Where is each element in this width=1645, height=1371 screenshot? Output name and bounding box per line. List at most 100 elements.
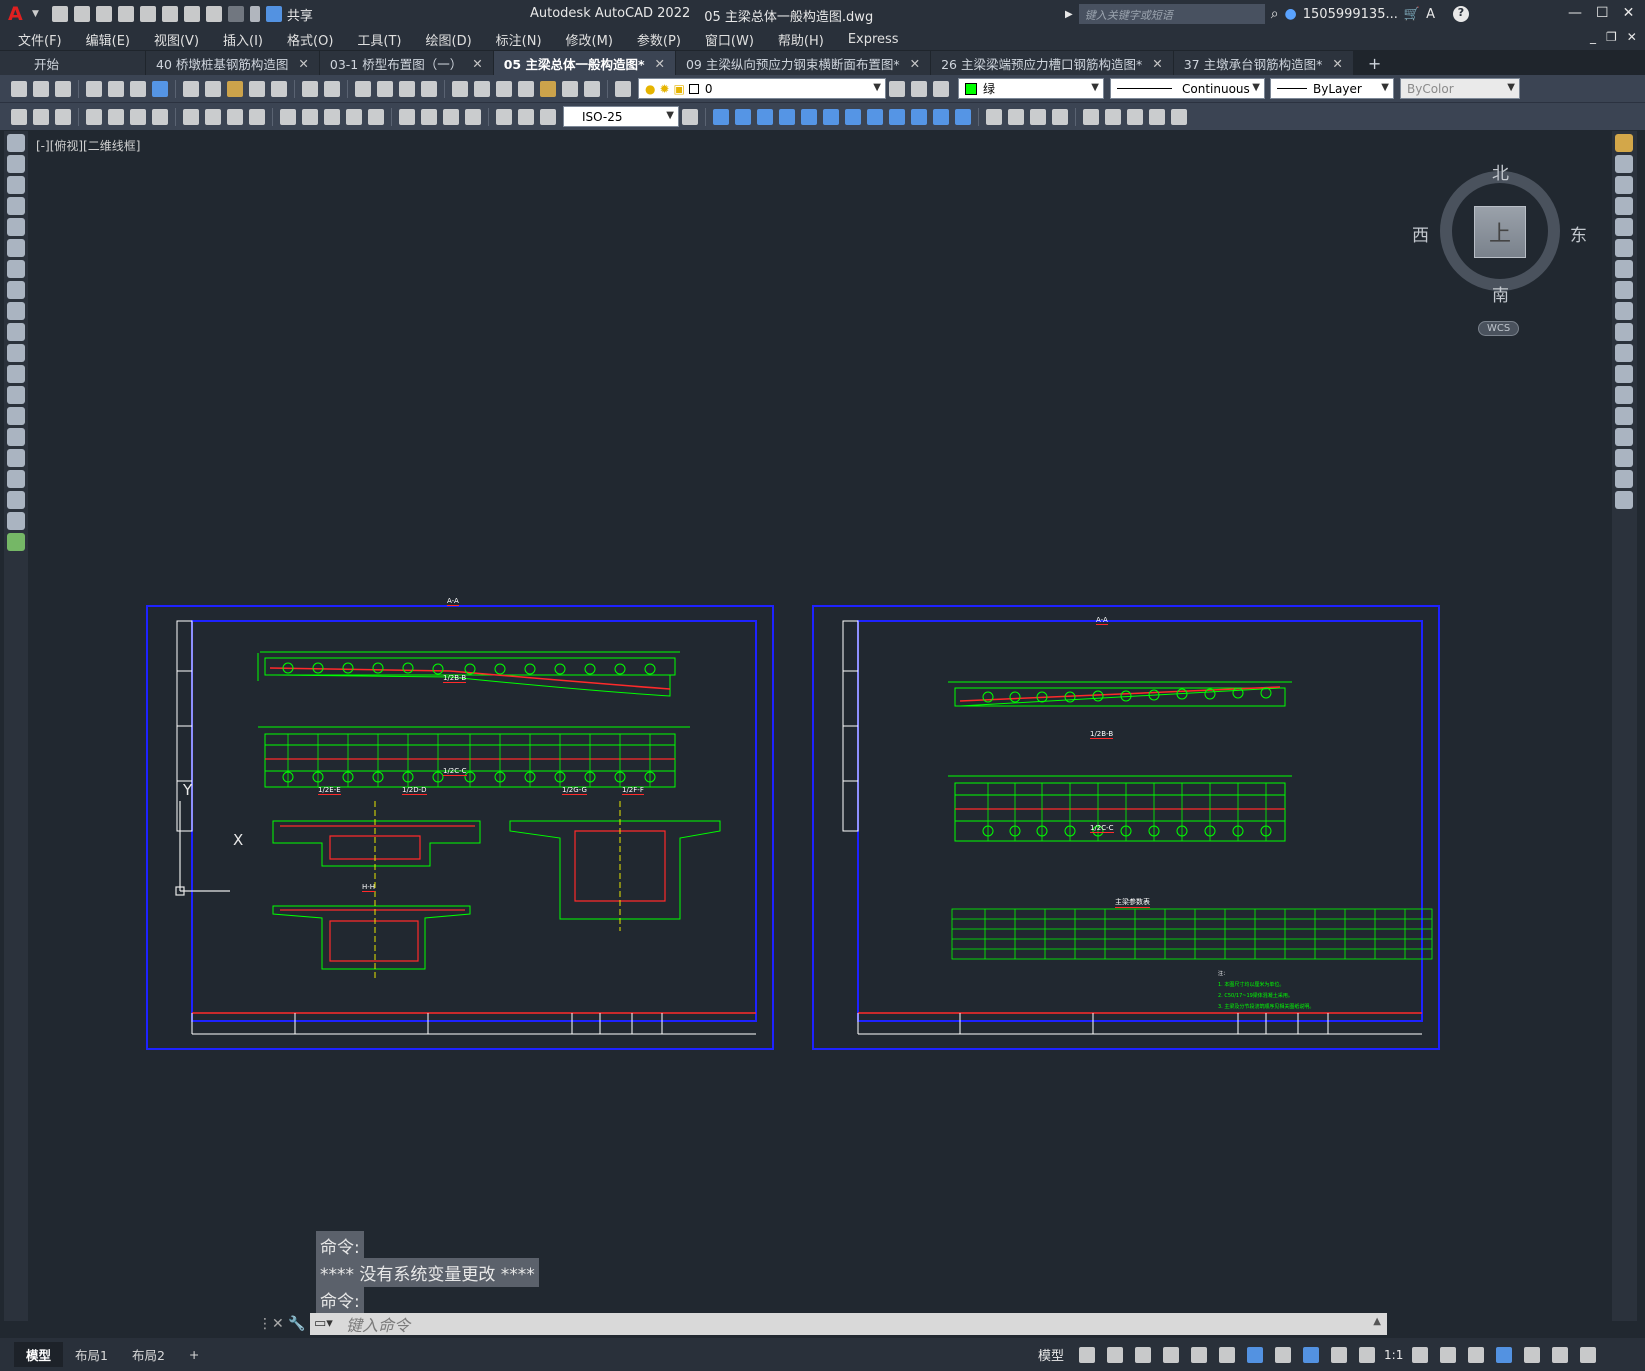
blend-curves-icon[interactable]	[1615, 470, 1633, 488]
doc-close-icon[interactable]: ✕	[1627, 30, 1637, 44]
color-select[interactable]: 绿 ▼	[958, 78, 1104, 99]
arc-length-icon[interactable]	[130, 108, 146, 125]
compass-west[interactable]: 西	[1412, 221, 1429, 246]
erase-icon[interactable]	[1615, 134, 1633, 152]
customize-quick-access-icon[interactable]	[249, 6, 260, 22]
snap-icon[interactable]	[1107, 1346, 1124, 1363]
doc-minimize-icon[interactable]: _	[1590, 30, 1596, 44]
scale-icon[interactable]	[1615, 281, 1633, 299]
menu-window[interactable]: 窗口(W)	[693, 30, 766, 49]
cut-icon[interactable]	[183, 80, 199, 97]
command-input[interactable]: 键入命令 ▭▾ ▲	[310, 1313, 1387, 1335]
model-space-button[interactable]: 模型	[1038, 1345, 1064, 1364]
redo-icon[interactable]	[227, 6, 244, 22]
auto-scale-icon[interactable]	[1331, 1346, 1348, 1363]
tab-close-icon[interactable]: ✕	[1152, 56, 1162, 71]
scale-icon[interactable]	[867, 108, 883, 125]
design-center-icon[interactable]	[474, 80, 490, 97]
break-at-point-icon[interactable]	[1615, 365, 1633, 383]
close-icon[interactable]: ✕	[1623, 5, 1635, 21]
tab-file[interactable]: 09 主梁纵向预应力钢束横断面布置图* ✕	[675, 51, 931, 75]
dimension-edit-icon[interactable]	[496, 108, 512, 125]
fillet-icon[interactable]	[1615, 449, 1633, 467]
share-label[interactable]: 共享	[287, 5, 313, 24]
block-editor-icon[interactable]	[271, 80, 287, 97]
inspection-icon[interactable]	[443, 108, 459, 125]
polygon-icon[interactable]	[7, 197, 25, 215]
drawing-canvas[interactable]: [-][俯视][二维线框] 上 北 南 西 东 WCS A-A 1/2B-B 1…	[30, 131, 1610, 1331]
save-icon[interactable]	[55, 80, 71, 97]
chamfer-icon[interactable]	[1008, 108, 1024, 125]
circle-icon[interactable]	[7, 260, 25, 278]
fillet-icon[interactable]	[986, 108, 1002, 125]
trim-icon[interactable]	[911, 108, 927, 125]
viewcube-top-face[interactable]: 上	[1474, 206, 1526, 258]
copy-icon[interactable]	[1615, 155, 1633, 173]
compass-north[interactable]: 北	[1492, 159, 1509, 184]
make-current-layer-icon[interactable]	[889, 80, 905, 97]
menu-parametric[interactable]: 参数(P)	[625, 30, 693, 49]
polar-icon[interactable]	[1163, 1346, 1180, 1363]
point-icon[interactable]	[7, 407, 25, 425]
linear-dimension-icon[interactable]	[86, 108, 102, 125]
save-as-icon[interactable]	[117, 6, 134, 22]
offset-icon[interactable]	[1615, 197, 1633, 215]
tool-palettes-icon[interactable]	[496, 80, 512, 97]
tool-icon[interactable]	[55, 108, 71, 125]
insert-block-icon[interactable]	[7, 365, 25, 383]
multiline-text-icon[interactable]	[7, 512, 25, 530]
tab-close-icon[interactable]: ✕	[1332, 56, 1342, 71]
open-icon[interactable]	[33, 80, 49, 97]
layer-select[interactable]: ● ✹ ▣ 0 ▼	[638, 78, 886, 99]
undo-icon[interactable]	[205, 6, 222, 22]
hatch-back-icon[interactable]	[1171, 108, 1187, 125]
tab-close-icon[interactable]: ✕	[298, 56, 308, 71]
text-above-icon[interactable]	[1149, 108, 1165, 125]
doc-restore-icon[interactable]: ❐	[1606, 30, 1617, 44]
tab-file[interactable]: 03-1 桥型布置图（一） ✕	[319, 51, 493, 75]
redo-icon[interactable]	[324, 80, 340, 97]
jogged-dimension-icon[interactable]	[205, 108, 221, 125]
stretch-icon[interactable]	[889, 108, 905, 125]
table-icon[interactable]	[7, 491, 25, 509]
command-line-grip[interactable]: ⋮✕	[258, 1316, 284, 1332]
tab-start[interactable]: 开始	[0, 51, 145, 75]
save-to-web-icon[interactable]	[161, 6, 178, 22]
help-icon[interactable]: ?	[1452, 6, 1469, 22]
zoom-previous-icon[interactable]	[421, 80, 437, 97]
markup-icon[interactable]	[540, 80, 556, 97]
search-expand-chevron-icon[interactable]: ▶	[1065, 9, 1073, 20]
center-mark-icon[interactable]	[421, 108, 437, 125]
plot-preview-icon[interactable]	[108, 80, 124, 97]
quick-dimension-icon[interactable]	[280, 108, 296, 125]
menu-draw[interactable]: 绘图(D)	[414, 30, 484, 49]
array-icon[interactable]	[1615, 218, 1633, 236]
compass-east[interactable]: 东	[1570, 221, 1587, 246]
erase-icon[interactable]	[713, 108, 729, 125]
save-icon[interactable]	[95, 6, 112, 22]
construction-line-icon[interactable]	[7, 155, 25, 173]
send-to-back-icon[interactable]	[1127, 108, 1143, 125]
menu-insert[interactable]: 插入(I)	[211, 30, 275, 49]
tab-layout2[interactable]: 布局2	[120, 1342, 177, 1367]
publish-icon[interactable]	[130, 80, 146, 97]
user-icon[interactable]: ●	[1285, 6, 1297, 22]
baseline-dimension-icon[interactable]	[302, 108, 318, 125]
trim-icon[interactable]	[1615, 323, 1633, 341]
join-icon[interactable]	[1052, 108, 1068, 125]
pan-icon[interactable]	[355, 80, 371, 97]
open-file-icon[interactable]	[73, 6, 90, 22]
dimension-style-icon[interactable]	[682, 108, 698, 125]
ellipse-arc-icon[interactable]	[7, 344, 25, 362]
sheet-set-icon[interactable]	[518, 80, 534, 97]
layer-states-icon[interactable]	[933, 80, 949, 97]
menu-help[interactable]: 帮助(H)	[766, 30, 836, 49]
paste-icon[interactable]	[227, 80, 243, 97]
tab-file[interactable]: 40 桥墩桩基钢筋构造图 ✕	[146, 51, 319, 75]
chamfer-icon[interactable]	[1615, 428, 1633, 446]
command-prompt-icon[interactable]: ▭▾	[314, 1316, 333, 1331]
share-icon[interactable]	[265, 6, 282, 22]
annotation-visibility-icon[interactable]	[1303, 1346, 1320, 1363]
clean-screen-icon[interactable]	[1552, 1346, 1569, 1363]
rectangle-icon[interactable]	[7, 218, 25, 236]
